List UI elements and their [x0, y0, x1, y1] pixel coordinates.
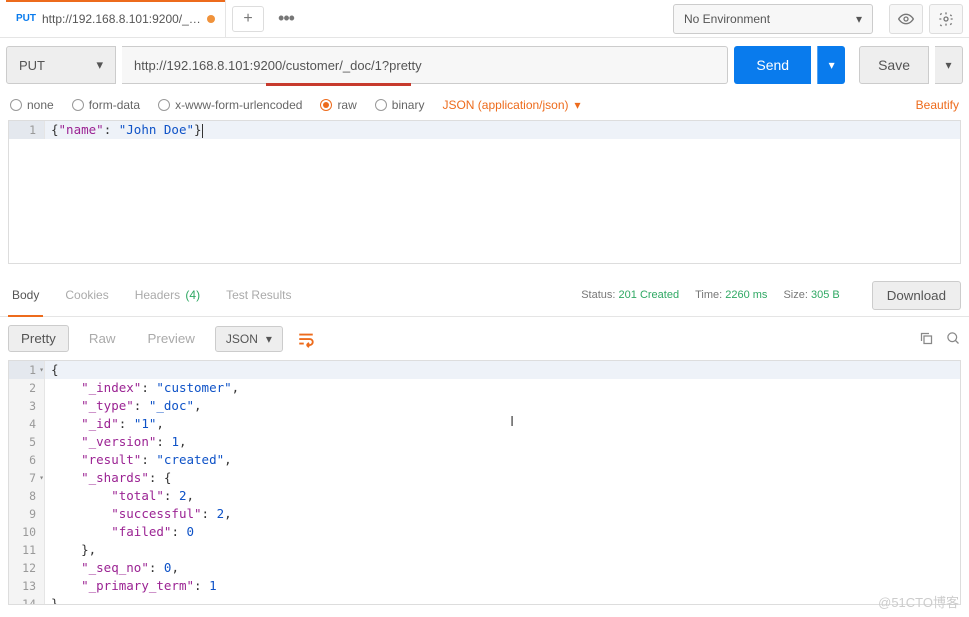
- line-number: 9: [9, 505, 45, 523]
- settings-button[interactable]: [929, 4, 963, 34]
- line-number: 8: [9, 487, 45, 505]
- request-body-editor[interactable]: 1 {"name": "John Doe"}: [8, 120, 961, 264]
- tab-cookies[interactable]: Cookies: [61, 280, 112, 310]
- watermark: @51CTO博客: [878, 592, 959, 611]
- view-preview-button[interactable]: Preview: [135, 326, 206, 351]
- send-button[interactable]: Send: [734, 46, 811, 84]
- environment-quicklook-button[interactable]: [889, 4, 923, 34]
- response-meta: Status: 201 Created Time: 2260 ms Size: …: [581, 289, 840, 301]
- tab-headers[interactable]: Headers (4): [131, 280, 204, 310]
- size-value: 305 B: [811, 289, 840, 301]
- tab-overflow-button[interactable]: •••: [270, 6, 302, 32]
- environment-value: No Environment: [684, 12, 770, 26]
- search-button[interactable]: [946, 331, 961, 346]
- line-number: 10: [9, 523, 45, 541]
- headers-count: (4): [185, 288, 200, 302]
- view-pretty-button[interactable]: Pretty: [8, 325, 69, 352]
- body-type-none[interactable]: none: [10, 98, 54, 112]
- environment-select[interactable]: No Environment ▾: [673, 4, 873, 34]
- radio-icon: [158, 99, 170, 111]
- tab-test-results[interactable]: Test Results: [222, 280, 295, 310]
- text-cursor-icon: I: [510, 413, 514, 430]
- download-button[interactable]: Download: [872, 281, 961, 310]
- radio-icon: [375, 99, 387, 111]
- line-number: 7: [9, 469, 45, 487]
- line-number: 14: [9, 595, 45, 605]
- response-tabs-row: Body Cookies Headers (4) Test Results St…: [0, 274, 969, 317]
- copy-icon: [919, 331, 934, 346]
- beautify-button[interactable]: Beautify: [916, 98, 959, 112]
- body-type-form-data[interactable]: form-data: [72, 98, 140, 112]
- unsaved-dot-icon: [207, 15, 215, 23]
- content-type-select[interactable]: JSON (application/json) ▾: [442, 98, 580, 112]
- line-number: 2: [9, 379, 45, 397]
- line-wrap-button[interactable]: [291, 330, 321, 348]
- line-number: 1: [9, 121, 45, 139]
- url-input[interactable]: [122, 46, 728, 84]
- chevron-down-icon: ▾: [856, 12, 862, 26]
- chevron-down-icon: ▾: [575, 98, 581, 112]
- body-type-raw[interactable]: raw: [320, 98, 356, 112]
- line-number: 11: [9, 541, 45, 559]
- body-type-urlencoded[interactable]: x-www-form-urlencoded: [158, 98, 302, 112]
- wrap-icon: [297, 330, 315, 348]
- time-value: 2260 ms: [725, 289, 767, 301]
- radio-selected-icon: [320, 99, 332, 111]
- request-tab[interactable]: PUT http://192.168.8.101:9200/_clust: [6, 0, 226, 38]
- tab-method-badge: PUT: [16, 13, 36, 24]
- line-number: 3: [9, 397, 45, 415]
- line-number: 1: [9, 361, 45, 379]
- tab-body[interactable]: Body: [8, 280, 43, 310]
- chevron-down-icon: ▾: [266, 332, 272, 346]
- search-icon: [946, 331, 961, 346]
- gear-icon: [938, 11, 954, 27]
- tab-title: http://192.168.8.101:9200/_clust: [42, 12, 201, 26]
- tab-bar: PUT http://192.168.8.101:9200/_clust + •…: [0, 0, 969, 38]
- view-raw-button[interactable]: Raw: [77, 326, 128, 351]
- line-number: 5: [9, 433, 45, 451]
- body-type-row: none form-data x-www-form-urlencoded raw…: [0, 92, 969, 120]
- response-body-editor[interactable]: 1{2 "_index": "customer",3 "_type": "_do…: [8, 360, 961, 605]
- url-highlight-underline: [266, 83, 411, 86]
- save-button[interactable]: Save: [859, 46, 929, 84]
- line-number: 4: [9, 415, 45, 433]
- line-number: 6: [9, 451, 45, 469]
- status-value: 201 Created: [619, 289, 680, 301]
- new-tab-button[interactable]: +: [232, 6, 264, 32]
- line-number: 13: [9, 577, 45, 595]
- http-method-value: PUT: [19, 58, 45, 73]
- chevron-down-icon: ▾: [96, 57, 103, 73]
- http-method-select[interactable]: PUT ▾: [6, 46, 116, 84]
- response-language-select[interactable]: JSON ▾: [215, 326, 283, 352]
- radio-icon: [10, 99, 22, 111]
- copy-button[interactable]: [919, 331, 934, 346]
- body-type-binary[interactable]: binary: [375, 98, 425, 112]
- save-options-button[interactable]: ▾: [935, 46, 963, 84]
- response-format-row: Pretty Raw Preview JSON ▾: [0, 317, 969, 360]
- line-number: 12: [9, 559, 45, 577]
- send-options-button[interactable]: ▾: [817, 46, 845, 84]
- eye-icon: [898, 11, 914, 27]
- radio-icon: [72, 99, 84, 111]
- request-builder-row: PUT ▾ Send ▾ Save ▾: [0, 38, 969, 92]
